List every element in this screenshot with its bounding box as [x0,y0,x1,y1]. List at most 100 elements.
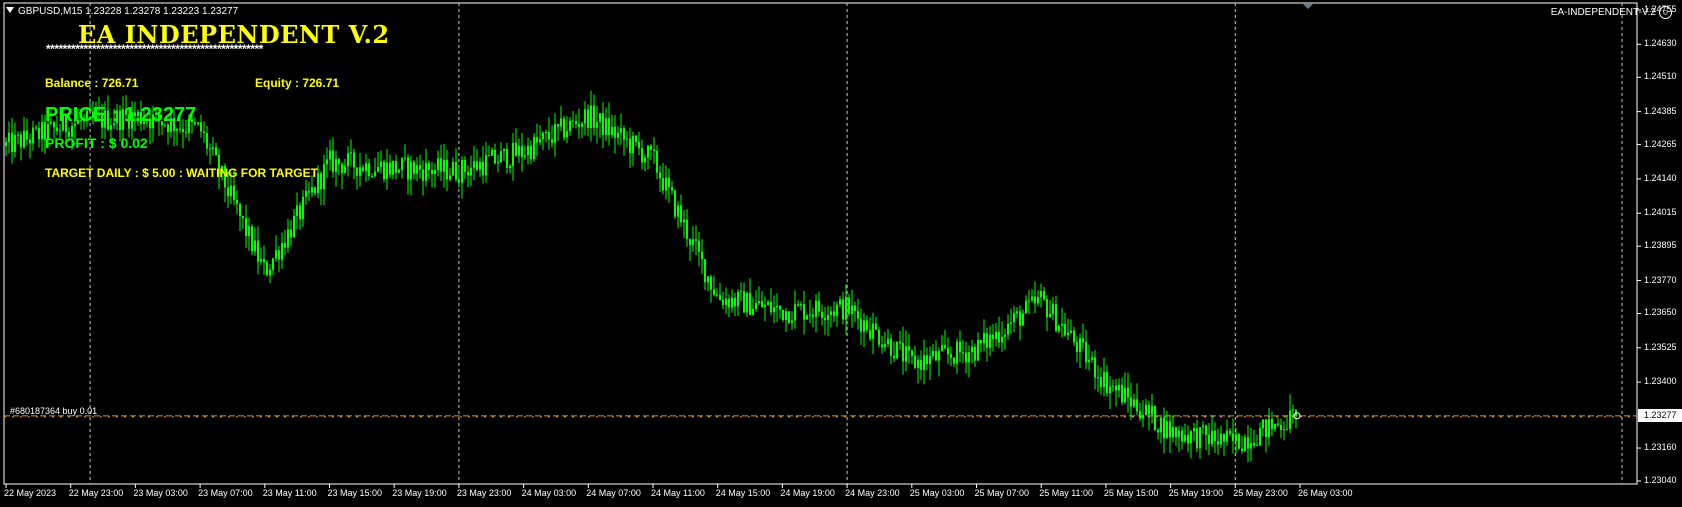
candle-body [392,161,394,175]
candle-body [572,120,574,122]
candle-body [344,166,346,173]
candle-body [443,159,445,172]
candle-body [383,161,385,180]
candle-body [890,338,892,356]
symbol-header[interactable]: GBPUSD,M15 1.23228 1.23278 1.23223 1.232… [6,6,238,17]
time-axis-label: 24 May 07:00 [586,488,641,498]
candle-body [1043,291,1045,300]
candle-body [1064,323,1066,336]
candle-body [14,134,16,152]
time-axis-label: 24 May 19:00 [780,488,835,498]
candle-body [539,139,541,143]
candle-body [1163,417,1165,439]
candle-body [1196,428,1198,449]
candle-body [503,148,505,151]
candle-body [1253,442,1255,446]
candle-body [1181,430,1183,442]
candle-body [596,122,598,128]
candle-body [815,300,817,317]
candle-body [419,165,421,170]
candle-body [1085,342,1087,362]
candle-body [215,147,217,156]
candle-body [809,314,811,316]
price-axis-label: 1.24015 [1644,207,1677,218]
candle-body [845,297,847,320]
candle-body [785,311,787,321]
candle-body [1019,311,1021,326]
candle-body [182,128,184,133]
candle-body [1040,291,1042,298]
candle-body [449,175,451,180]
candle-body [710,276,712,290]
expert-advisor-name[interactable]: EA-INDEPENDENT-V.2 [1551,7,1656,18]
candle-body [59,130,61,132]
candle-body [1193,428,1195,432]
candle-body [428,162,430,170]
candle-body [998,332,1000,343]
price-axis-label: 1.23895 [1644,240,1677,251]
candle-body [779,305,781,310]
candle-body [800,304,802,306]
candle-body [1028,300,1030,302]
candle-body [296,205,298,216]
dropdown-triangle-icon[interactable] [6,7,14,13]
candle-body [1274,423,1276,429]
candle-body [545,131,547,134]
candle-body [470,167,472,176]
candle-body [1004,334,1006,337]
candle-body [1070,330,1072,333]
candle-body [1154,406,1156,430]
order-line-label[interactable]: #680187364 buy 0.01 [10,406,97,416]
candle-body [1187,434,1189,444]
candle-body [566,131,568,138]
candle-body [1082,338,1084,343]
candle-body [320,173,322,190]
candle-body [794,304,796,321]
price-axis-label: 1.24755 [1644,4,1677,14]
time-axis-label: 22 May 23:00 [68,488,124,498]
candle-body [608,118,610,135]
candle-body [689,238,691,246]
chart-window[interactable]: GBPUSD,M15 1.23228 1.23278 1.23223 1.232… [0,0,1682,507]
candle-body [11,132,13,152]
candle-body [1055,304,1057,331]
candle-body [365,163,367,172]
candle-body [893,355,895,359]
candle-body [236,200,238,204]
candle-body [371,176,373,178]
candle-body [245,218,247,237]
candle-body [1001,336,1003,343]
candle-body [854,305,856,312]
candle-body [1202,425,1204,428]
candle-body [401,158,403,170]
candle-body [227,187,229,197]
candle-body [644,157,646,163]
candle-body [206,133,208,149]
candle-body [749,292,751,315]
candle-body [956,341,958,364]
candle-body [335,158,337,172]
candle-body [32,127,34,144]
price-axis-label: 1.24265 [1644,138,1677,149]
panel-separator: ****************************************… [46,42,263,56]
time-axis-label: 25 May 15:00 [1103,488,1159,498]
candle-body [947,348,949,355]
price-chart[interactable] [0,0,1682,507]
candle-body [5,142,7,146]
candle-body [974,346,976,361]
candle-body [659,172,661,179]
candle-body [962,352,964,354]
candle-body [620,128,622,133]
candle-body [1061,323,1063,326]
time-axis-label: 23 May 23:00 [456,488,512,498]
candle-body [896,341,898,359]
candle-body [1214,430,1216,442]
candle-body [23,130,25,148]
candle-body [497,162,499,164]
candle-body [1067,332,1069,336]
current-price-marker: 1.23277 [1638,408,1682,422]
candle-body [740,291,742,293]
candle-body [1172,427,1174,438]
candle-body [416,165,418,174]
candle-body [329,150,331,160]
